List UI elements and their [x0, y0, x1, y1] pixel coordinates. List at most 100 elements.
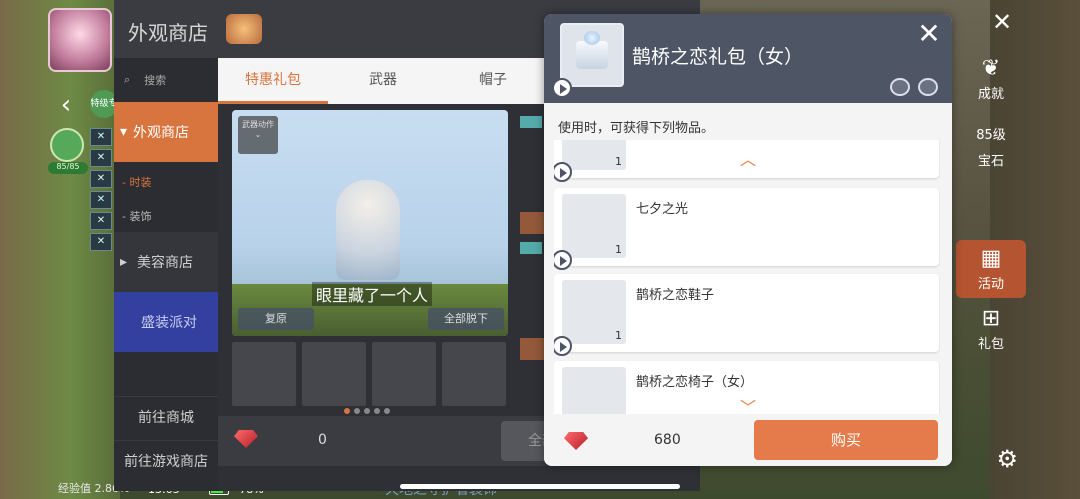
skill-slot-icon[interactable]: ✕: [90, 170, 112, 188]
page-dot[interactable]: [354, 408, 360, 414]
info-icon[interactable]: [890, 78, 910, 96]
page-dot[interactable]: [374, 408, 380, 414]
sidebar-item-party[interactable]: 盛装派对: [114, 292, 218, 352]
level-label: 85级: [976, 128, 1006, 143]
page-dot[interactable]: [344, 408, 350, 414]
item-qty: 1: [615, 243, 622, 256]
outfit-slot[interactable]: [232, 342, 296, 406]
achievement-label: 成就: [977, 87, 1004, 102]
gift-label: 礼包: [977, 337, 1004, 352]
sidebar-item-appearance[interactable]: ▾ 外观商店: [114, 102, 218, 162]
play-icon[interactable]: [552, 78, 572, 98]
item-thumbnail: 1: [562, 280, 626, 344]
scroll-up-icon[interactable]: ︿: [740, 146, 756, 170]
popup-description: 使用时，可获得下列物品。: [558, 121, 715, 136]
home-indicator[interactable]: [400, 484, 680, 489]
caret-down-icon: ▾: [120, 124, 128, 140]
character-preview: 武器动作 ⌄ 眼里藏了一个人 复原 全部脱下: [232, 110, 508, 336]
back-arrow-icon[interactable]: ‹: [54, 90, 78, 120]
skill-slot-icon[interactable]: ✕: [90, 212, 112, 230]
outfit-slot[interactable]: [442, 342, 506, 406]
item-thumbnail: 1: [562, 140, 626, 170]
item-thumbnail: 1: [562, 194, 626, 258]
play-icon[interactable]: [554, 162, 572, 182]
activity-button[interactable]: ▦ 活动: [956, 240, 1026, 298]
outfit-slots: [232, 342, 508, 406]
activity-label: 活动: [977, 277, 1004, 292]
skill-slot-icon[interactable]: ✕: [90, 233, 112, 251]
sidebar-subitem-fashion[interactable]: - 时装: [122, 174, 151, 190]
outfit-slot[interactable]: [302, 342, 366, 406]
close-icon[interactable]: ✕: [912, 17, 946, 51]
sidebar-subitem-decor[interactable]: - 装饰: [122, 208, 151, 224]
skill-slot-icon[interactable]: ✕: [90, 128, 112, 146]
shop-logo: [226, 14, 262, 44]
caret-right-icon: ▸: [120, 254, 128, 270]
hud-close-icon[interactable]: ✕: [984, 6, 1020, 38]
page-dot[interactable]: [364, 408, 370, 414]
chevron-down-icon: ⌄: [254, 130, 262, 139]
package-thumbnail: [560, 23, 624, 87]
skill-slot-icon[interactable]: ✕: [90, 149, 112, 167]
product-tag: [520, 116, 542, 128]
gift-box-icon: [576, 41, 608, 69]
goto-mall-link[interactable]: 前往商城: [114, 396, 218, 436]
gear-icon[interactable]: ⚙: [996, 445, 1018, 473]
tab-hat[interactable]: 帽子: [438, 58, 548, 104]
item-thumbnail: 1: [562, 367, 626, 414]
tab-weapon[interactable]: 武器: [328, 58, 438, 104]
handshake-icon[interactable]: [50, 128, 84, 162]
gem-label: 宝石: [977, 154, 1004, 169]
play-icon[interactable]: [554, 336, 572, 356]
popup-title: 鹊桥之恋礼包（女）: [632, 46, 804, 68]
sidebar-item-label: 美容商店: [137, 255, 194, 271]
package-price: 680: [654, 432, 681, 448]
settings-icon[interactable]: [918, 78, 938, 96]
item-qty: 1: [615, 329, 622, 342]
skill-slots: ✕ ✕ ✕ ✕ ✕ ✕: [90, 128, 114, 254]
goto-game-shop-link[interactable]: 前往游戏商店: [114, 440, 218, 480]
play-icon[interactable]: [554, 250, 572, 270]
sidebar-item-beauty[interactable]: ▸ 美容商店: [114, 232, 218, 292]
calendar-icon: ▦: [980, 246, 1002, 271]
popup-bottom-bar: 680 购买: [544, 414, 952, 466]
buy-button[interactable]: 购买: [754, 420, 938, 460]
level-indicator: 85级: [956, 124, 1026, 143]
achievement-button[interactable]: ❦ 成就: [956, 56, 1026, 102]
gem-button[interactable]: 宝石: [956, 150, 1026, 169]
sidebar-item-label: 盛装派对: [141, 315, 197, 331]
tab-special-pack[interactable]: 特惠礼包: [218, 58, 328, 104]
gem-icon: [564, 432, 588, 450]
search-placeholder: 搜索: [144, 74, 167, 87]
leaf-icon: ❦: [981, 56, 1001, 81]
outfit-slot[interactable]: [372, 342, 436, 406]
item-list: 1 1 七夕之光 1 鹊桥之恋鞋子 1 鹊桥之恋椅子（女）: [554, 140, 940, 414]
sidebar-item-label: 外观商店: [133, 125, 190, 141]
right-hud: ✕ ❦ 成就 85级 宝石 ▦ 活动 ⊞ 礼包 ⚙: [950, 0, 1080, 499]
gift-bow-icon: [584, 31, 600, 45]
item-qty: 1: [615, 155, 622, 168]
take-off-all-button[interactable]: 全部脱下: [428, 308, 504, 330]
weapon-action-button[interactable]: 武器动作 ⌄: [238, 116, 278, 154]
character-sprite: [336, 180, 400, 280]
shop-cost: 0: [318, 432, 327, 448]
list-item[interactable]: 1 鹊桥之恋鞋子: [554, 274, 939, 356]
package-detail-popup: 鹊桥之恋礼包（女） ✕ 使用时，可获得下列物品。 1 1 七夕之光 1 鹊桥之恋…: [544, 14, 952, 466]
item-name: 鹊桥之恋鞋子: [636, 288, 715, 303]
item-name: 鹊桥之恋椅子（女）: [636, 375, 754, 390]
list-item[interactable]: 1 七夕之光: [554, 188, 939, 270]
left-hud: ‹ 特级专 85/85 ✕ ✕ ✕ ✕ ✕ ✕: [0, 0, 120, 499]
product-tag: [520, 242, 542, 254]
preview-caption: 眼里藏了一个人: [312, 282, 433, 306]
gift-button[interactable]: ⊞ 礼包: [956, 306, 1026, 352]
header-icons: [890, 78, 938, 96]
reset-button[interactable]: 复原: [238, 308, 314, 330]
shop-title: 外观商店: [128, 21, 208, 45]
page-dot[interactable]: [384, 408, 390, 414]
gift-icon: ⊞: [981, 306, 1001, 331]
search-bar[interactable]: ⌕ 搜索: [114, 58, 218, 102]
search-icon: ⌕: [124, 73, 131, 86]
player-avatar[interactable]: [48, 8, 112, 72]
level-badge: 85/85: [48, 162, 88, 174]
skill-slot-icon[interactable]: ✕: [90, 191, 112, 209]
